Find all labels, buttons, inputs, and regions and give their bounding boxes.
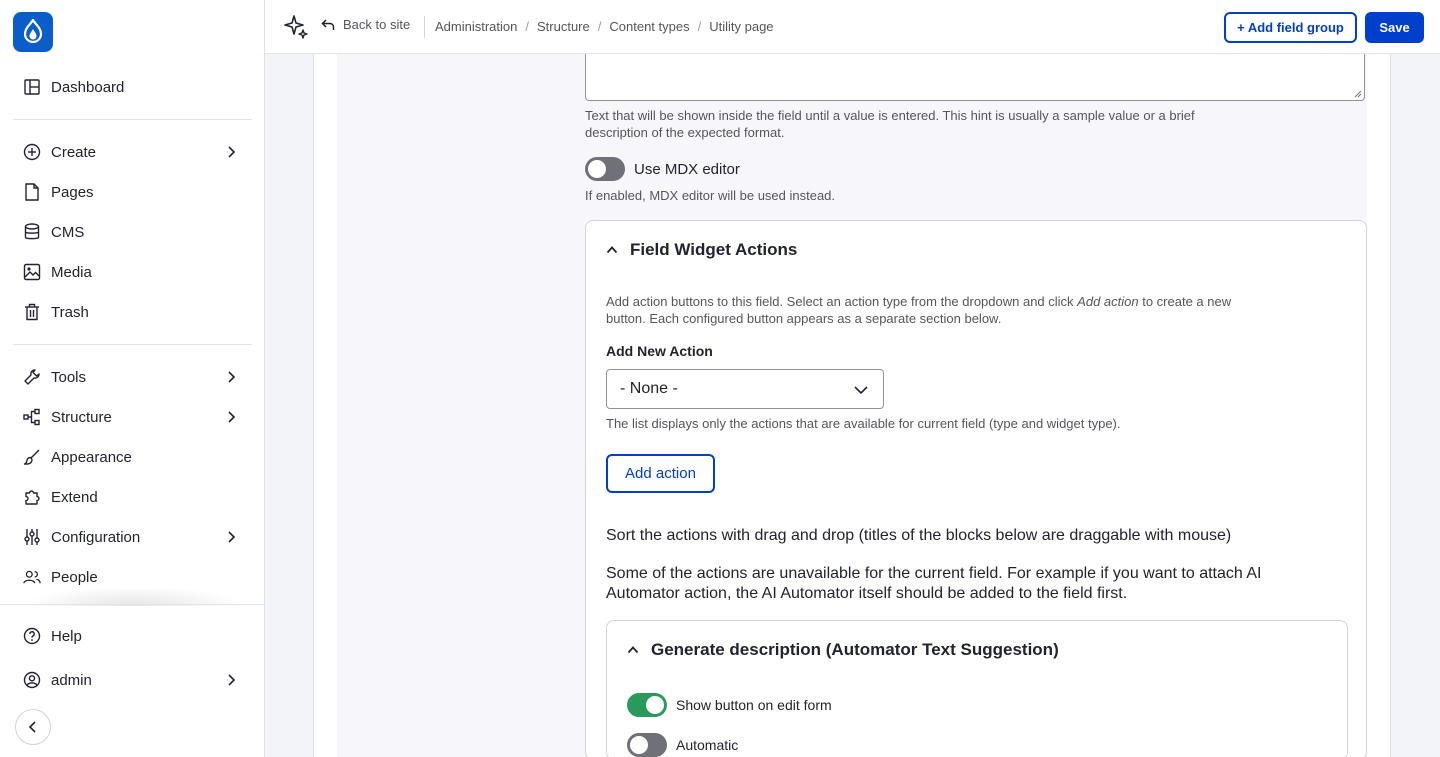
back-to-site-link[interactable]: Back to site [321, 17, 410, 32]
database-icon [23, 223, 41, 241]
trash-icon [23, 303, 41, 321]
field-widget-actions-title: Field Widget Actions [630, 240, 798, 259]
help-icon [23, 627, 41, 645]
sidebar-divider [13, 344, 252, 345]
dashboard-icon [23, 78, 41, 96]
sidebar-item-extend[interactable]: Extend [13, 479, 252, 515]
show-button-label: Show button on edit form [676, 697, 832, 713]
sidebar-item-label: admin [51, 671, 92, 689]
puzzle-icon [23, 488, 41, 506]
chevron-right-icon [228, 146, 236, 158]
sidebar-item-label: Configuration [51, 528, 141, 546]
sidebar-item-label: Pages [51, 183, 94, 201]
people-icon [23, 568, 41, 586]
drupal-logo[interactable] [13, 12, 53, 52]
mdx-help-text: If enabled, MDX editor will be used inst… [585, 188, 836, 203]
intro-emphasis: Add action [1077, 294, 1139, 309]
breadcrumb-separator: / [525, 19, 529, 34]
breadcrumb-separator: / [597, 19, 602, 34]
sort-instructions: Sort the actions with drag and drop (tit… [606, 527, 1232, 544]
chevron-down-icon [854, 386, 868, 395]
placeholder-help-text: Text that will be shown inside the field… [585, 108, 1195, 140]
breadcrumb: Administration / Structure / Content typ… [435, 19, 774, 34]
sidebar-item-label: Help [51, 627, 82, 645]
breadcrumb-item[interactable]: Content types [609, 19, 689, 34]
sidebar-item-dashboard[interactable]: Dashboard [13, 69, 252, 105]
top-bar: Back to site Administration / Structure … [265, 0, 1440, 54]
sidebar: Dashboard Create Pages CMS Media Trash T… [0, 0, 265, 757]
file-icon [23, 183, 41, 201]
sidebar-item-label: Tools [51, 368, 87, 386]
topbar-divider [424, 16, 425, 38]
back-arrow-icon [321, 18, 335, 30]
chevron-right-icon [228, 531, 236, 543]
add-field-group-button[interactable]: + Add field group [1224, 12, 1357, 43]
sidebar-item-label: CMS [51, 223, 85, 241]
chevron-right-icon [228, 674, 236, 686]
brush-icon [23, 448, 41, 466]
sidebar-item-help[interactable]: Help [13, 618, 252, 654]
unavailable-actions-note: Some of the actions are unavailable for … [606, 565, 1262, 602]
sidebar-item-media[interactable]: Media [13, 254, 252, 290]
plus-circle-icon [23, 143, 41, 161]
field-widget-actions-toggle[interactable]: Field Widget Actions [606, 240, 797, 260]
resize-handle-icon[interactable] [1354, 90, 1362, 98]
breadcrumb-item[interactable]: Administration [435, 19, 517, 34]
placeholder-textarea[interactable] [585, 54, 1365, 101]
back-label: Back to site [343, 17, 411, 32]
sidebar-item-tools[interactable]: Tools [13, 359, 252, 395]
sidebar-item-create[interactable]: Create [13, 134, 252, 170]
sidebar-item-label: Extend [51, 488, 98, 506]
add-action-button[interactable]: Add action [606, 454, 715, 493]
wrench-icon [23, 368, 41, 386]
mdx-editor-label: Use MDX editor [634, 161, 740, 178]
automatic-label: Automatic [676, 737, 739, 753]
mdx-editor-toggle[interactable] [585, 157, 625, 181]
sidebar-item-label: Media [51, 263, 92, 281]
sidebar-item-label: Structure [51, 408, 112, 426]
add-new-action-select[interactable]: - None - [606, 369, 884, 409]
drop-icon [23, 19, 43, 44]
add-new-action-label: Add New Action [606, 343, 713, 359]
sidebar-item-configuration[interactable]: Configuration [13, 519, 252, 555]
breadcrumb-item[interactable]: Utility page [709, 19, 773, 34]
intro-text: Add action buttons to this field. Select… [606, 294, 1078, 309]
sidebar-divider [13, 119, 252, 120]
chevron-up-icon [606, 246, 618, 254]
sidebar-item-trash[interactable]: Trash [13, 294, 252, 330]
chevron-left-icon [28, 721, 36, 733]
sidebar-item-label: People [51, 568, 98, 586]
sidebar-item-appearance[interactable]: Appearance [13, 439, 252, 475]
select-help-text: The list displays only the actions that … [606, 416, 1121, 431]
action-block-title: Generate description (Automator Text Sug… [651, 640, 1059, 659]
sidebar-item-label: Dashboard [51, 78, 125, 96]
image-icon [23, 263, 41, 281]
automatic-toggle[interactable] [627, 733, 667, 757]
sidebar-item-label: Trash [51, 303, 89, 321]
sidebar-item-label: Create [51, 143, 97, 161]
show-button-toggle[interactable] [627, 693, 667, 717]
save-button[interactable]: Save [1365, 12, 1424, 43]
widget-actions-intro: Add action buttons to this field. Select… [606, 293, 1246, 327]
structure-icon [23, 408, 41, 426]
chevron-right-icon [228, 371, 236, 383]
sidebar-item-pages[interactable]: Pages [13, 174, 252, 210]
scroll-fade [20, 586, 245, 606]
sidebar-item-cms[interactable]: CMS [13, 214, 252, 250]
chevron-right-icon [228, 411, 236, 423]
sparkle-icon[interactable] [283, 14, 309, 40]
sidebar-item-label: Appearance [51, 448, 132, 466]
sidebar-item-structure[interactable]: Structure [13, 399, 252, 435]
user-icon [23, 671, 41, 689]
sliders-icon [23, 528, 41, 546]
chevron-up-icon [627, 646, 639, 654]
breadcrumb-separator: / [697, 19, 702, 34]
collapse-sidebar-button[interactable] [15, 709, 51, 745]
action-block-toggle[interactable]: Generate description (Automator Text Sug… [627, 640, 1059, 660]
sidebar-item-admin[interactable]: admin [13, 662, 252, 698]
select-value: - None - [620, 380, 678, 397]
breadcrumb-item[interactable]: Structure [537, 19, 590, 34]
